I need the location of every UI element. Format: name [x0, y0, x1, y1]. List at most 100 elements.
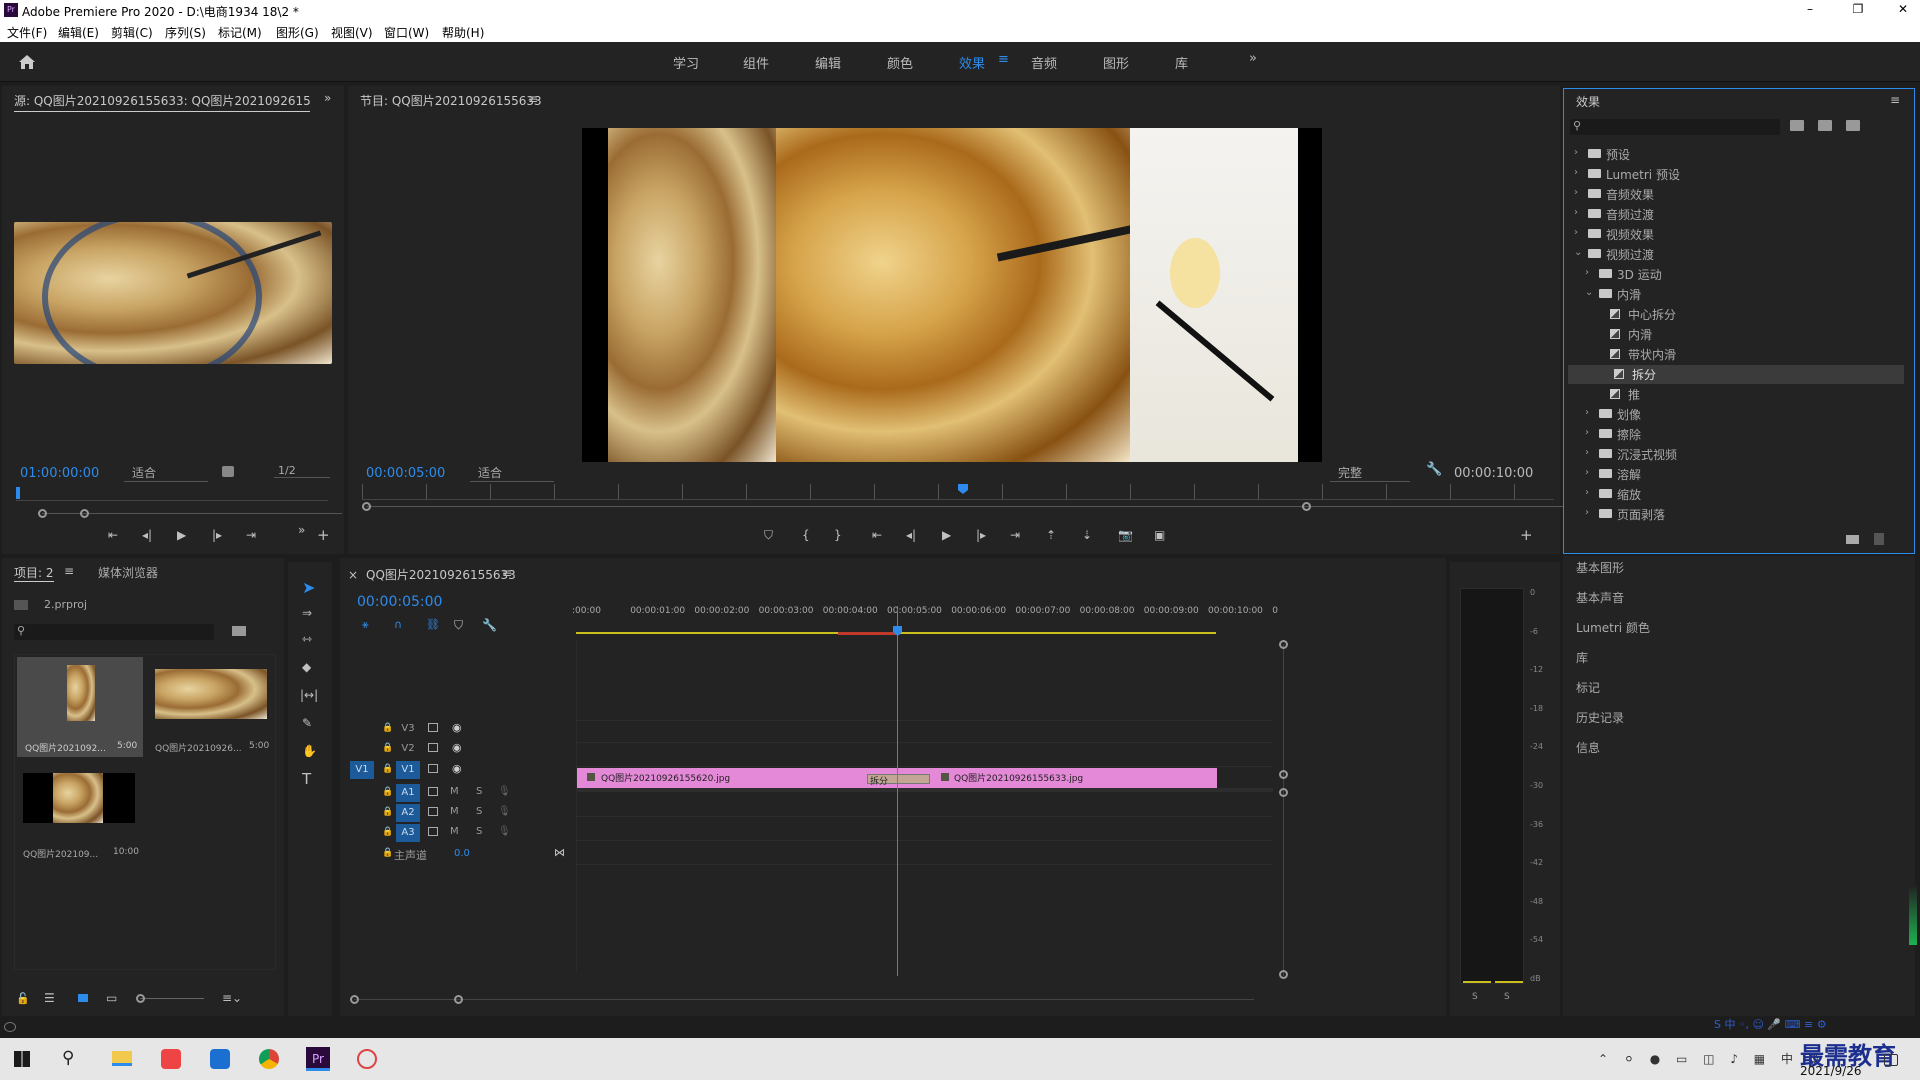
go-to-out-icon[interactable]: ⇥: [1010, 528, 1020, 542]
mute-button[interactable]: M: [450, 826, 459, 837]
sync-lock-icon[interactable]: [428, 827, 438, 836]
hand-tool-icon[interactable]: ✋: [302, 744, 317, 758]
mic-icon[interactable]: 🎙: [498, 806, 511, 817]
effects-tree-item[interactable]: ⌄ 视频过渡: [1564, 245, 1900, 264]
windows-start-icon[interactable]: [14, 1051, 30, 1067]
lock-icon[interactable]: 🔓: [16, 992, 30, 1005]
app-icon-2[interactable]: [210, 1049, 230, 1069]
effects-tree-item[interactable]: › 3D 运动: [1564, 265, 1900, 284]
icon-view-icon[interactable]: [78, 994, 88, 1002]
selection-tool-icon[interactable]: ➤: [302, 578, 315, 597]
chevron-right-icon[interactable]: ›: [1574, 227, 1578, 238]
workspace-libraries[interactable]: 库: [1175, 53, 1188, 72]
maximize-button[interactable]: ❐: [1843, 2, 1873, 16]
transition-split[interactable]: 拆分: [867, 774, 930, 787]
panel-essential-graphics[interactable]: 基本图形: [1576, 559, 1624, 576]
menu-view[interactable]: 视图(V): [331, 24, 373, 41]
chevron-right-icon[interactable]: ›: [1574, 207, 1578, 218]
source-tab[interactable]: 源: QQ图片20210926155633: QQ图片2021092615563…: [14, 92, 310, 112]
mute-button[interactable]: M: [450, 786, 459, 797]
effects-tree-item[interactable]: › 擦除: [1564, 425, 1900, 444]
more-workspaces-icon[interactable]: »: [1249, 51, 1257, 66]
solo-right-button[interactable]: S: [1504, 992, 1510, 1002]
workspace-assembly[interactable]: 组件: [743, 53, 769, 72]
project-clip-item[interactable]: QQ图片2021092... 5:00: [17, 657, 143, 757]
delete-icon[interactable]: [1874, 533, 1884, 545]
file-explorer-icon[interactable]: [112, 1051, 132, 1066]
chevron-right-icon[interactable]: ›: [1585, 447, 1589, 458]
workspace-graphics[interactable]: 图形: [1103, 53, 1129, 72]
solo-button[interactable]: S: [476, 826, 482, 837]
effects-tree-item[interactable]: › 视频效果: [1564, 225, 1900, 244]
chevron-right-icon[interactable]: ›: [1574, 167, 1578, 178]
media-browser-tab[interactable]: 媒体浏览器: [98, 564, 158, 581]
tray-icons[interactable]: ⌃ ⚪ ● ▭ ◫ ♪ ▦ 中 ⚙: [1598, 1050, 1826, 1067]
sync-lock-icon[interactable]: [428, 764, 438, 773]
premiere-taskbar-icon[interactable]: Pr: [306, 1047, 330, 1071]
step-back-icon[interactable]: ◂|: [906, 528, 916, 542]
lock-icon[interactable]: 🔒: [382, 848, 393, 858]
step-forward-icon[interactable]: |▸: [976, 528, 986, 542]
chevron-right-icon[interactable]: ›: [1585, 487, 1589, 498]
track-target[interactable]: A1: [396, 784, 420, 802]
timeline-vscroll[interactable]: [1279, 640, 1288, 979]
minimize-button[interactable]: –: [1795, 2, 1825, 16]
project-tab[interactable]: 项目: 2: [14, 564, 54, 582]
panel-markers[interactable]: 标记: [1576, 679, 1600, 696]
go-to-end-icon[interactable]: ⋈: [554, 846, 565, 859]
chevron-down-icon[interactable]: ⌄: [1574, 247, 1582, 258]
effects-menu-icon[interactable]: ≡: [1890, 93, 1900, 107]
mic-icon[interactable]: 🎙: [498, 826, 511, 837]
program-quality-select[interactable]: 完整: [1330, 464, 1410, 482]
panel-info[interactable]: 信息: [1576, 739, 1600, 756]
effects-tree-item[interactable]: 带状内滑: [1564, 345, 1900, 364]
chevron-right-icon[interactable]: ›: [1585, 467, 1589, 478]
program-fit-select[interactable]: 适合: [470, 464, 554, 482]
program-zoom-bar[interactable]: [362, 502, 1606, 511]
playhead[interactable]: [897, 606, 898, 976]
workspace-menu-icon[interactable]: ≡: [998, 52, 1009, 67]
32bit-effects-icon[interactable]: [1818, 120, 1832, 131]
notification-icon[interactable]: [1884, 1054, 1898, 1066]
project-clip-item[interactable]: QQ图片202109... 10:00: [17, 763, 143, 863]
effects-tree-item[interactable]: › 沉浸式视频: [1564, 445, 1900, 464]
freeform-view-icon[interactable]: ▭: [106, 991, 117, 1005]
project-search-input[interactable]: ⚲: [14, 624, 214, 640]
timeline-hscroll[interactable]: [350, 995, 1254, 1004]
panel-history[interactable]: 历史记录: [1576, 709, 1624, 726]
sync-lock-icon[interactable]: [428, 787, 438, 796]
lock-icon[interactable]: 🔒: [382, 827, 393, 837]
program-tab[interactable]: 节目: QQ图片20210926155633: [360, 92, 542, 109]
lock-icon[interactable]: 🔒: [382, 787, 393, 797]
timeline-ruler[interactable]: :00:00 00:00:01:00 00:00:02:00 00:00:03:00 0…: [572, 606, 1436, 626]
chevron-right-icon[interactable]: ›: [1574, 187, 1578, 198]
track-target[interactable]: A3: [396, 824, 420, 842]
menu-graphics[interactable]: 图形(G): [276, 24, 319, 41]
pen-tool-icon[interactable]: ✎: [302, 716, 312, 730]
yuv-effects-icon[interactable]: [1846, 120, 1860, 131]
menu-sequence[interactable]: 序列(S): [165, 24, 206, 41]
panel-libraries[interactable]: 库: [1576, 649, 1588, 666]
solo-button[interactable]: S: [476, 806, 482, 817]
app-icon-3[interactable]: [357, 1049, 377, 1069]
effects-tree-item[interactable]: 推: [1564, 385, 1900, 404]
search-icon[interactable]: ⚲: [62, 1048, 74, 1068]
mic-icon[interactable]: 🎙: [498, 786, 511, 797]
home-icon[interactable]: [18, 54, 36, 70]
menu-help[interactable]: 帮助(H): [442, 24, 484, 41]
sort-icon[interactable]: ≡⌄: [222, 991, 242, 1005]
workspace-audio[interactable]: 音频: [1031, 53, 1057, 72]
sync-lock-icon[interactable]: [428, 743, 438, 752]
source-fit-select[interactable]: 适合: [124, 464, 208, 482]
razor-tool-icon[interactable]: ◆: [302, 660, 311, 674]
mute-button[interactable]: M: [450, 806, 459, 817]
master-volume-value[interactable]: 0.0: [454, 848, 470, 859]
program-scrubber[interactable]: [362, 484, 1554, 500]
effects-tree-item[interactable]: › 页面剥落: [1564, 505, 1900, 524]
program-panel-menu-icon[interactable]: ≡: [528, 92, 538, 106]
ripple-edit-tool-icon[interactable]: ⇿: [302, 632, 312, 646]
track-select-tool-icon[interactable]: ⇒: [302, 606, 312, 620]
comparison-view-icon[interactable]: ▣: [1154, 528, 1165, 542]
slip-tool-icon[interactable]: |↔|: [300, 688, 318, 702]
source-add-button-icon[interactable]: +: [317, 526, 330, 544]
